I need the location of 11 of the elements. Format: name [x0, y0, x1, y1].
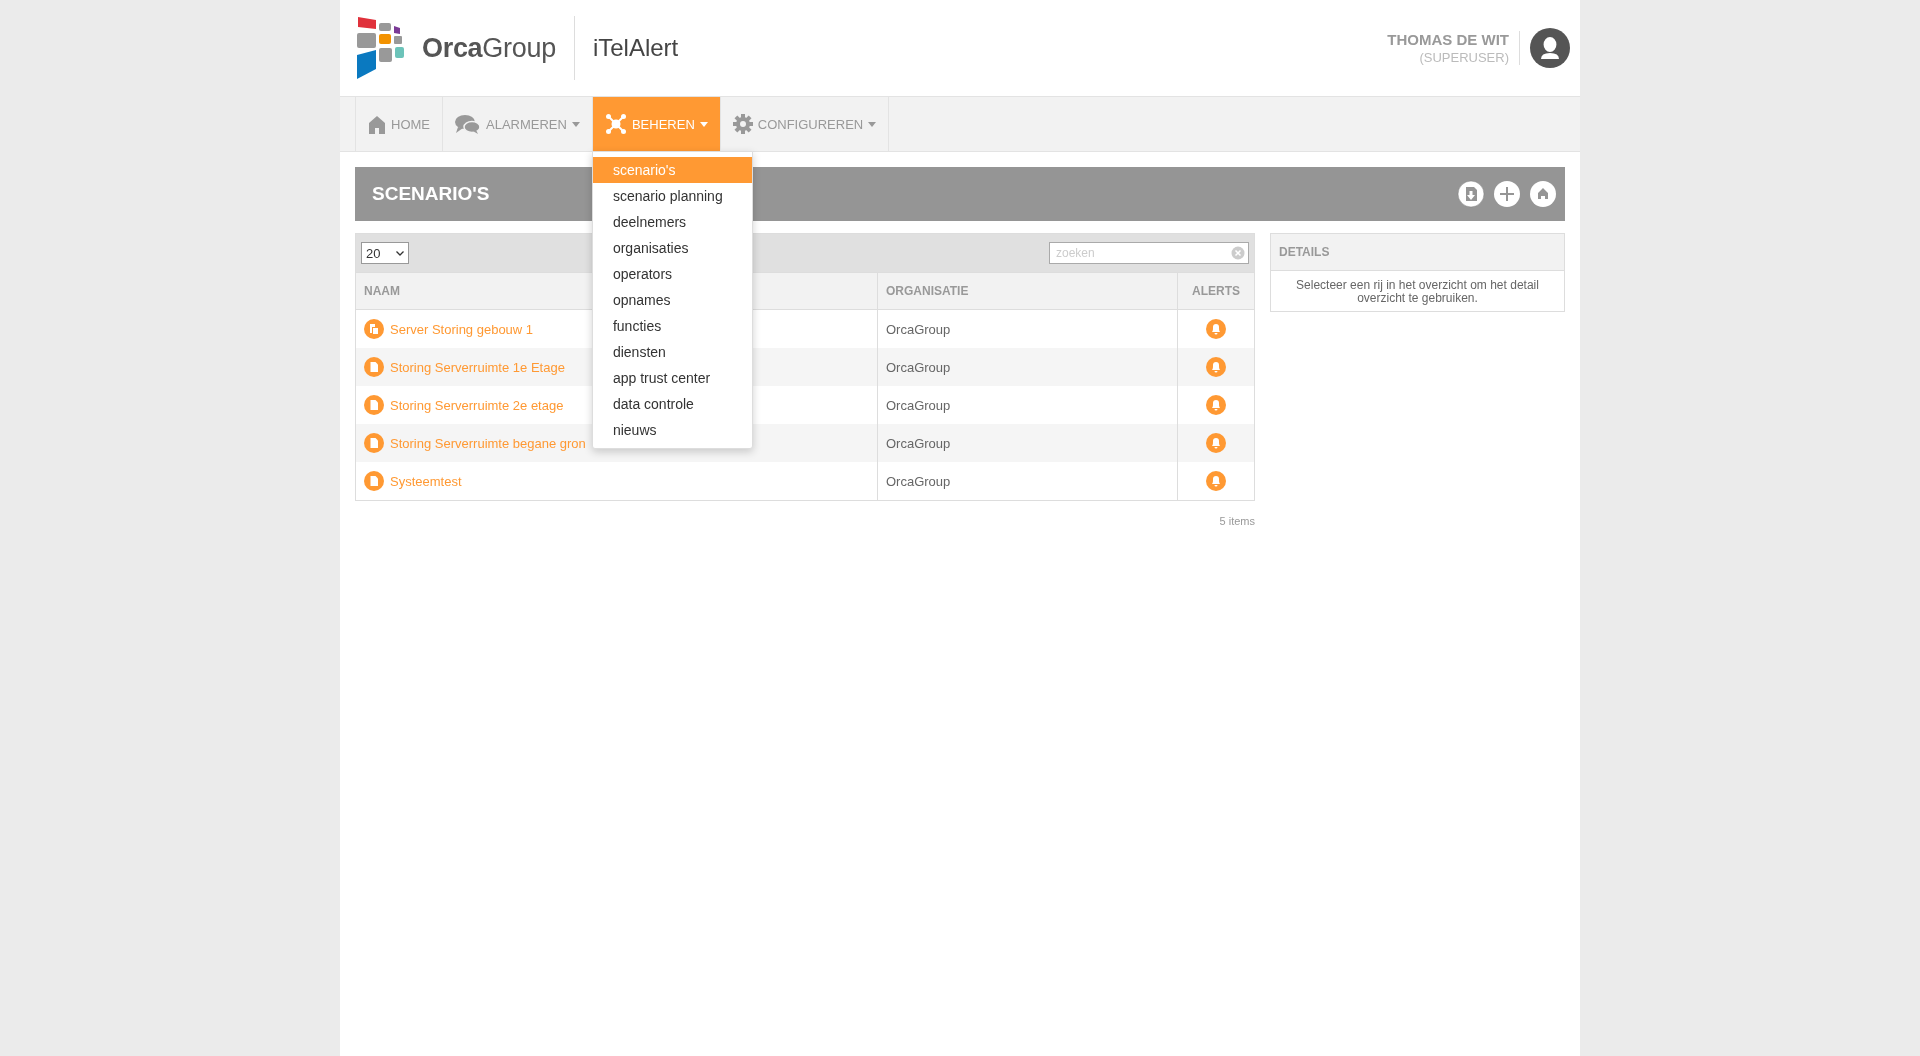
- details-title: DETAILS: [1279, 245, 1330, 259]
- item-count: 5 items: [1218, 515, 1255, 527]
- details-message: Selecteer een rij in het overzicht om het detail overzicht te gebruiken.: [1295, 277, 1540, 308]
- table-cell: OrcaGroup: [877, 348, 1178, 386]
- table-cell: OrcaGroup: [877, 424, 1178, 462]
- app-name: iTelAlert: [592, 34, 679, 62]
- brand-name: OrcaGroup: [422, 32, 556, 64]
- user-name: THOMAS DE WIT: [1387, 31, 1509, 48]
- page-title: SCENARIO'S: [372, 183, 490, 205]
- table-cell: OrcaGroup: [877, 462, 1178, 500]
- user-role: (SUPERUSER): [1418, 50, 1509, 65]
